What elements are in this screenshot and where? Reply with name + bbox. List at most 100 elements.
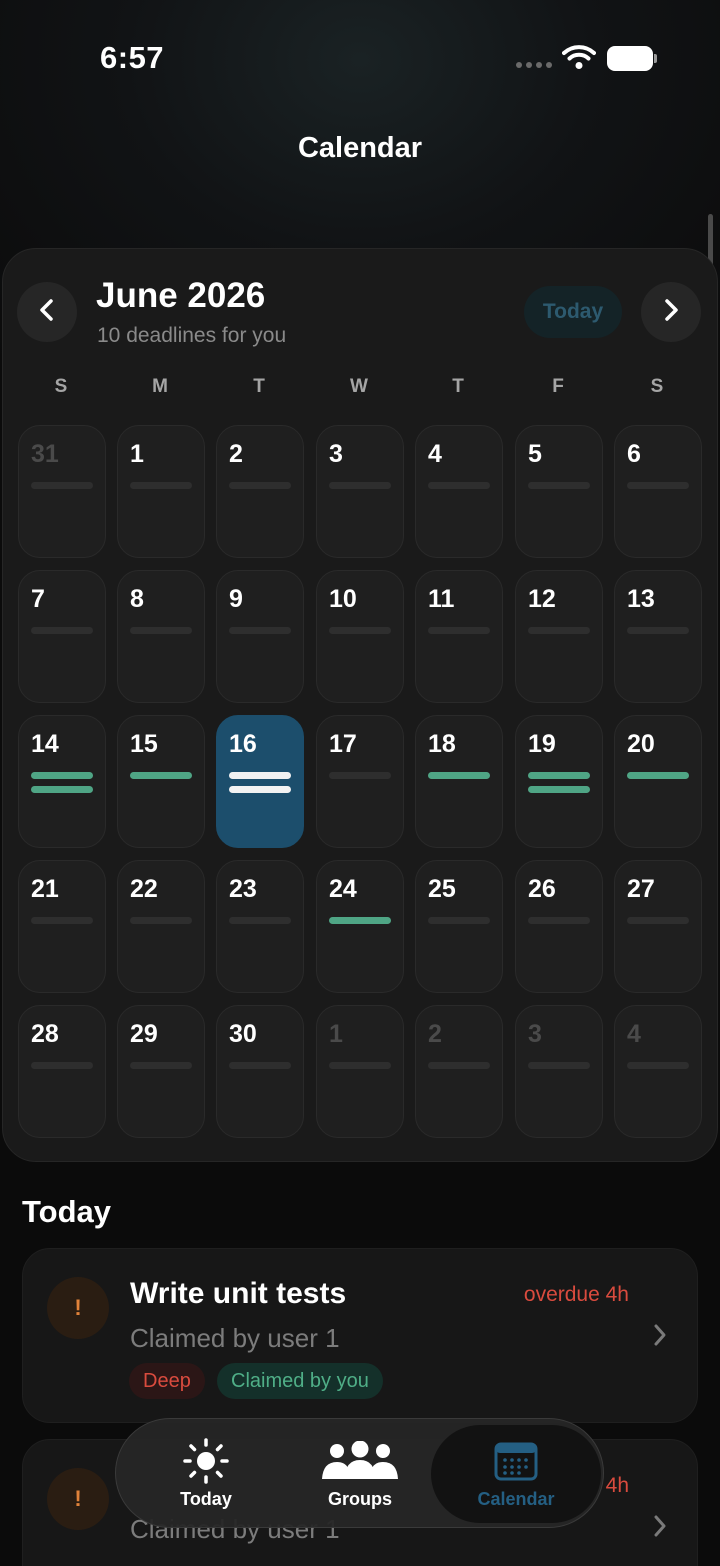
empty-deadline-bar — [627, 917, 689, 924]
day-number: 21 — [31, 875, 59, 903]
next-month-button[interactable] — [641, 282, 701, 342]
day-number: 4 — [627, 1020, 641, 1048]
empty-deadline-bar — [528, 482, 590, 489]
empty-deadline-bar — [31, 627, 93, 634]
weekday-label: M — [152, 376, 168, 397]
prev-month-button[interactable] — [17, 282, 77, 342]
day-cell[interactable]: 11 — [415, 570, 503, 703]
tab-bar: Today Groups Calendar — [115, 1418, 604, 1528]
empty-deadline-bar — [428, 917, 490, 924]
day-cell[interactable]: 8 — [117, 570, 205, 703]
deadline-bar — [31, 786, 93, 793]
deadline-bar — [329, 917, 391, 924]
day-cell[interactable]: 5 — [515, 425, 603, 558]
empty-deadline-bar — [528, 627, 590, 634]
wifi-icon — [562, 44, 596, 75]
tab-groups[interactable]: Groups — [272, 1419, 448, 1529]
day-cell[interactable]: 13 — [614, 570, 702, 703]
day-cell[interactable]: 3 — [515, 1005, 603, 1138]
empty-deadline-bar — [428, 627, 490, 634]
day-cell[interactable]: 29 — [117, 1005, 205, 1138]
deadline-bar — [528, 786, 590, 793]
day-number: 28 — [31, 1020, 59, 1048]
day-cell[interactable]: 25 — [415, 860, 503, 993]
day-cell[interactable]: 1 — [316, 1005, 404, 1138]
empty-deadline-bar — [31, 917, 93, 924]
calendar-icon — [431, 1441, 601, 1481]
empty-deadline-bar — [329, 1062, 391, 1069]
day-number: 13 — [627, 585, 655, 613]
day-cell[interactable]: 24 — [316, 860, 404, 993]
empty-deadline-bar — [428, 482, 490, 489]
day-number: 18 — [428, 730, 456, 758]
empty-deadline-bar — [329, 627, 391, 634]
today-button[interactable]: Today — [524, 286, 622, 338]
day-cell[interactable]: 2 — [415, 1005, 503, 1138]
empty-deadline-bar — [229, 917, 291, 924]
day-number: 1 — [130, 440, 144, 468]
day-cell[interactable]: 27 — [614, 860, 702, 993]
task-due-status: overdue 4h — [523, 1283, 629, 1306]
day-cell[interactable]: 9 — [216, 570, 304, 703]
day-cell[interactable]: 20 — [614, 715, 702, 848]
day-cell[interactable]: 14 — [18, 715, 106, 848]
day-number: 31 — [31, 440, 59, 468]
priority-alert-icon: ! — [47, 1277, 109, 1339]
day-number: 15 — [130, 730, 158, 758]
day-number: 17 — [329, 730, 357, 758]
deadline-bar — [31, 772, 93, 779]
empty-deadline-bar — [130, 917, 192, 924]
day-cell[interactable]: 15 — [117, 715, 205, 848]
day-number: 9 — [229, 585, 243, 613]
day-cell[interactable]: 30 — [216, 1005, 304, 1138]
tab-today[interactable]: Today — [118, 1419, 294, 1529]
day-cell[interactable]: 3 — [316, 425, 404, 558]
day-cell[interactable]: 26 — [515, 860, 603, 993]
day-cell[interactable]: 23 — [216, 860, 304, 993]
task-due-status: 4h — [605, 1474, 629, 1497]
sun-icon — [118, 1437, 294, 1485]
day-cell[interactable]: 4 — [415, 425, 503, 558]
deadline-bar — [229, 772, 291, 779]
task-card[interactable]: ! Write unit tests overdue 4h Claimed by… — [22, 1248, 698, 1423]
day-cell[interactable]: 6 — [614, 425, 702, 558]
day-cell[interactable]: 19 — [515, 715, 603, 848]
day-cell[interactable]: 28 — [18, 1005, 106, 1138]
chevron-right-icon — [653, 1323, 667, 1352]
day-cell[interactable]: 10 — [316, 570, 404, 703]
day-number: 19 — [528, 730, 556, 758]
empty-deadline-bar — [130, 627, 192, 634]
day-number: 24 — [329, 875, 357, 903]
day-cell[interactable]: 1 — [117, 425, 205, 558]
day-number: 11 — [428, 585, 455, 613]
day-cell[interactable]: 22 — [117, 860, 205, 993]
empty-deadline-bar — [627, 482, 689, 489]
empty-deadline-bar — [229, 627, 291, 634]
deadline-bar — [627, 772, 689, 779]
day-cell[interactable]: 12 — [515, 570, 603, 703]
day-cell[interactable]: 7 — [18, 570, 106, 703]
day-number: 1 — [329, 1020, 343, 1048]
day-cell[interactable]: 21 — [18, 860, 106, 993]
tab-calendar[interactable]: Calendar — [431, 1425, 601, 1523]
day-number: 2 — [428, 1020, 442, 1048]
day-number: 23 — [229, 875, 257, 903]
day-cell[interactable]: 17 — [316, 715, 404, 848]
weekday-label: F — [552, 376, 564, 397]
page-title: Calendar — [297, 132, 423, 164]
cellular-dots-icon — [516, 62, 552, 70]
tag-claimed-by-you: Claimed by you — [217, 1363, 383, 1399]
empty-deadline-bar — [528, 917, 590, 924]
empty-deadline-bar — [229, 482, 291, 489]
day-cell[interactable]: 4 — [614, 1005, 702, 1138]
weekday-label: T — [452, 376, 464, 397]
day-cell[interactable]: 31 — [18, 425, 106, 558]
day-cell-selected[interactable]: 16 — [216, 715, 304, 848]
empty-deadline-bar — [130, 1062, 192, 1069]
empty-deadline-bar — [627, 627, 689, 634]
empty-deadline-bar — [31, 1062, 93, 1069]
task-title: Write unit tests — [130, 1277, 347, 1310]
day-cell[interactable]: 2 — [216, 425, 304, 558]
day-cell[interactable]: 18 — [415, 715, 503, 848]
weekday-label: S — [650, 376, 664, 397]
